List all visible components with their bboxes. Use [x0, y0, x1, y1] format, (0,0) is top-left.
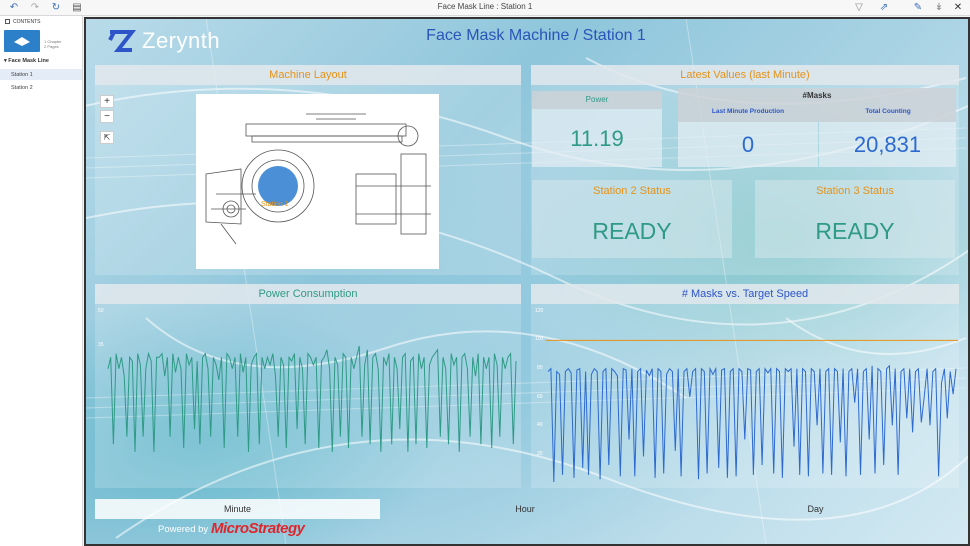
machine-layout-header: Machine Layout: [95, 65, 521, 85]
power-chart-header: Power Consumption: [95, 284, 521, 304]
station-3-status-label: Station 3 Status: [816, 185, 894, 197]
dashboard-canvas: Zerynth Face Mask Machine / Station 1 Ma…: [86, 18, 968, 544]
microstrategy-logo: MicroStrategy: [211, 520, 305, 537]
last-minute-label: Last Minute Production: [711, 108, 785, 115]
tab-day[interactable]: Day: [670, 499, 961, 519]
share-icon[interactable]: ⇗: [878, 2, 890, 14]
masks-ytick: 80: [537, 365, 543, 371]
book-title[interactable]: ▾ Face Mask Line: [4, 58, 49, 64]
sidebar-item-station-1[interactable]: Station 1: [0, 69, 82, 80]
zoom-in-button[interactable]: +: [100, 95, 114, 108]
tab-minute[interactable]: Minute: [95, 499, 380, 519]
collapse-icon[interactable]: ↡: [933, 2, 945, 14]
zoom-out-button[interactable]: −: [100, 110, 114, 123]
power-value: 11.19: [570, 126, 624, 151]
contents-header: CONTENTS: [0, 16, 82, 27]
page-title: Face Mask Machine / Station 1: [426, 27, 646, 44]
masks-ytick: 60: [537, 394, 543, 400]
time-range-tabs: Minute Hour Day: [95, 499, 961, 519]
machine-drawing: Station 1: [205, 113, 431, 245]
map-station-label: Station 1: [261, 201, 289, 208]
masks-ytick: 20: [537, 451, 543, 457]
last-minute-value: 0: [741, 132, 755, 157]
zerynth-logo-icon: [108, 30, 136, 52]
total-counting-value: 20,831: [853, 132, 922, 157]
zerynth-logo-text: Zerynth: [142, 28, 221, 53]
power-label: Power: [532, 91, 662, 109]
masks-chart-header: # Masks vs. Target Speed: [531, 284, 959, 304]
contents-icon: [5, 19, 10, 24]
power-ytick: 50: [98, 308, 104, 314]
chapter-meta: 1 Chapter 2 Pages: [44, 39, 62, 49]
fullscreen-button[interactable]: ⇱: [100, 131, 114, 144]
close-icon[interactable]: ✕: [952, 2, 964, 14]
station-3-status-value: READY: [815, 218, 895, 244]
powered-by-label: Powered by: [158, 524, 209, 535]
chapter-thumbnail-icon: [14, 37, 30, 46]
top-toolbar: ↶ ↷ ↻ ▤ Face Mask Line : Station 1 ▽ ⇗ ✎…: [0, 0, 970, 16]
machine-layout-map[interactable]: Station 1: [196, 94, 439, 269]
masks-header: #Masks: [678, 88, 956, 122]
document-title: Face Mask Line : Station 1: [437, 2, 533, 11]
masks-target-chart: [546, 339, 958, 483]
station-2-status-value: READY: [592, 218, 672, 244]
power-series-line: [107, 345, 517, 452]
masks-series-line: [547, 364, 957, 483]
contents-sidebar: CONTENTS 1 Chapter 2 Pages ▾ Face Mask L…: [0, 16, 83, 546]
masks-ytick: 120: [535, 308, 544, 314]
station-2-status-label: Station 2 Status: [593, 185, 671, 197]
total-counting-label: Total Counting: [865, 108, 911, 115]
latest-values-header: Latest Values (last Minute): [531, 65, 959, 85]
masks-ytick: 100: [535, 336, 544, 342]
edit-icon[interactable]: ✎: [912, 2, 924, 14]
power-consumption-chart: [107, 345, 517, 452]
sidebar-item-station-2[interactable]: Station 2: [0, 82, 82, 93]
tab-hour[interactable]: Hour: [380, 499, 670, 519]
power-ytick: 35: [98, 342, 104, 348]
chapter-thumbnail[interactable]: [4, 30, 40, 52]
masks-ytick: 40: [537, 422, 543, 428]
filter-icon[interactable]: ▽: [853, 2, 865, 14]
